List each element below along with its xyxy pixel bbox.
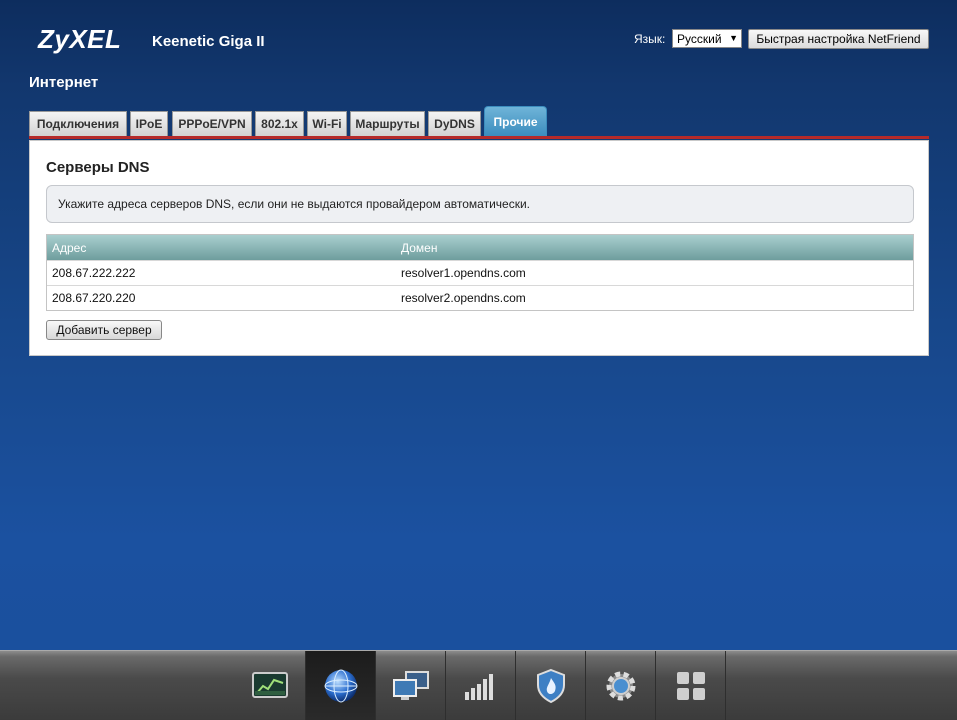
security-shield-icon: [536, 668, 565, 703]
internet-globe-icon: [324, 669, 357, 702]
bottom-dock: [0, 650, 957, 720]
dock-separator: [725, 651, 726, 720]
column-domain: Домен: [401, 241, 438, 255]
row-address: 208.67.220.220: [52, 291, 136, 305]
tab-underline: [29, 136, 929, 139]
quick-setup-button[interactable]: Быстрая настройка NetFriend: [748, 29, 929, 49]
table-row[interactable]: 208.67.220.220 resolver2.opendns.com: [47, 285, 913, 310]
hint-box: Укажите адреса серверов DNS, если они не…: [46, 185, 914, 223]
wifi-signal-icon: [464, 673, 493, 700]
language-value: Русский: [677, 32, 722, 46]
dock-internet[interactable]: [305, 651, 375, 720]
tab-pppoe-vpn[interactable]: PPPoE/VPN: [172, 111, 252, 136]
table-header: Адрес Домен: [47, 235, 913, 260]
row-domain: resolver1.opendns.com: [401, 266, 526, 280]
tab-ipoe[interactable]: IPoE: [130, 111, 168, 136]
apps-icon: [676, 671, 705, 700]
dock-wifi[interactable]: [445, 651, 515, 720]
home-network-icon: [392, 670, 429, 700]
settings-gear-icon: [606, 671, 635, 700]
dns-servers-panel: Серверы DNS Укажите адреса серверов DNS,…: [29, 140, 929, 356]
dock-settings[interactable]: [585, 651, 655, 720]
tab-connections[interactable]: Подключения: [29, 111, 127, 136]
tab-other[interactable]: Прочие: [484, 106, 547, 136]
dns-table: Адрес Домен 208.67.222.222 resolver1.ope…: [46, 234, 914, 311]
tab-8021x[interactable]: 802.1x: [255, 111, 304, 136]
chevron-down-icon: ▼: [729, 33, 738, 43]
tab-dydns[interactable]: DyDNS: [428, 111, 481, 136]
dock-security[interactable]: [515, 651, 585, 720]
row-domain: resolver2.opendns.com: [401, 291, 526, 305]
model-name: Keenetic Giga II: [152, 33, 265, 50]
language-label: Язык:: [634, 32, 666, 46]
language-select[interactable]: Русский ▼: [672, 29, 742, 48]
column-address: Адрес: [52, 241, 87, 255]
zyxel-logo: ZyXEL: [38, 24, 122, 54]
dock-monitor[interactable]: [235, 651, 305, 720]
section-title: Серверы DNS: [46, 159, 150, 176]
tab-routes[interactable]: Маршруты: [350, 111, 425, 136]
tab-wifi[interactable]: Wi-Fi: [307, 111, 347, 136]
add-server-button[interactable]: Добавить сервер: [46, 320, 162, 340]
table-row[interactable]: 208.67.222.222 resolver1.opendns.com: [47, 260, 913, 285]
page-title: Интернет: [29, 74, 99, 91]
dock-home-network[interactable]: [375, 651, 445, 720]
monitor-icon: [252, 671, 288, 698]
dock-apps[interactable]: [655, 651, 725, 720]
row-address: 208.67.222.222: [52, 266, 136, 280]
header: ZyXEL Keenetic Giga II Язык: Русский ▼ Б…: [0, 0, 957, 100]
